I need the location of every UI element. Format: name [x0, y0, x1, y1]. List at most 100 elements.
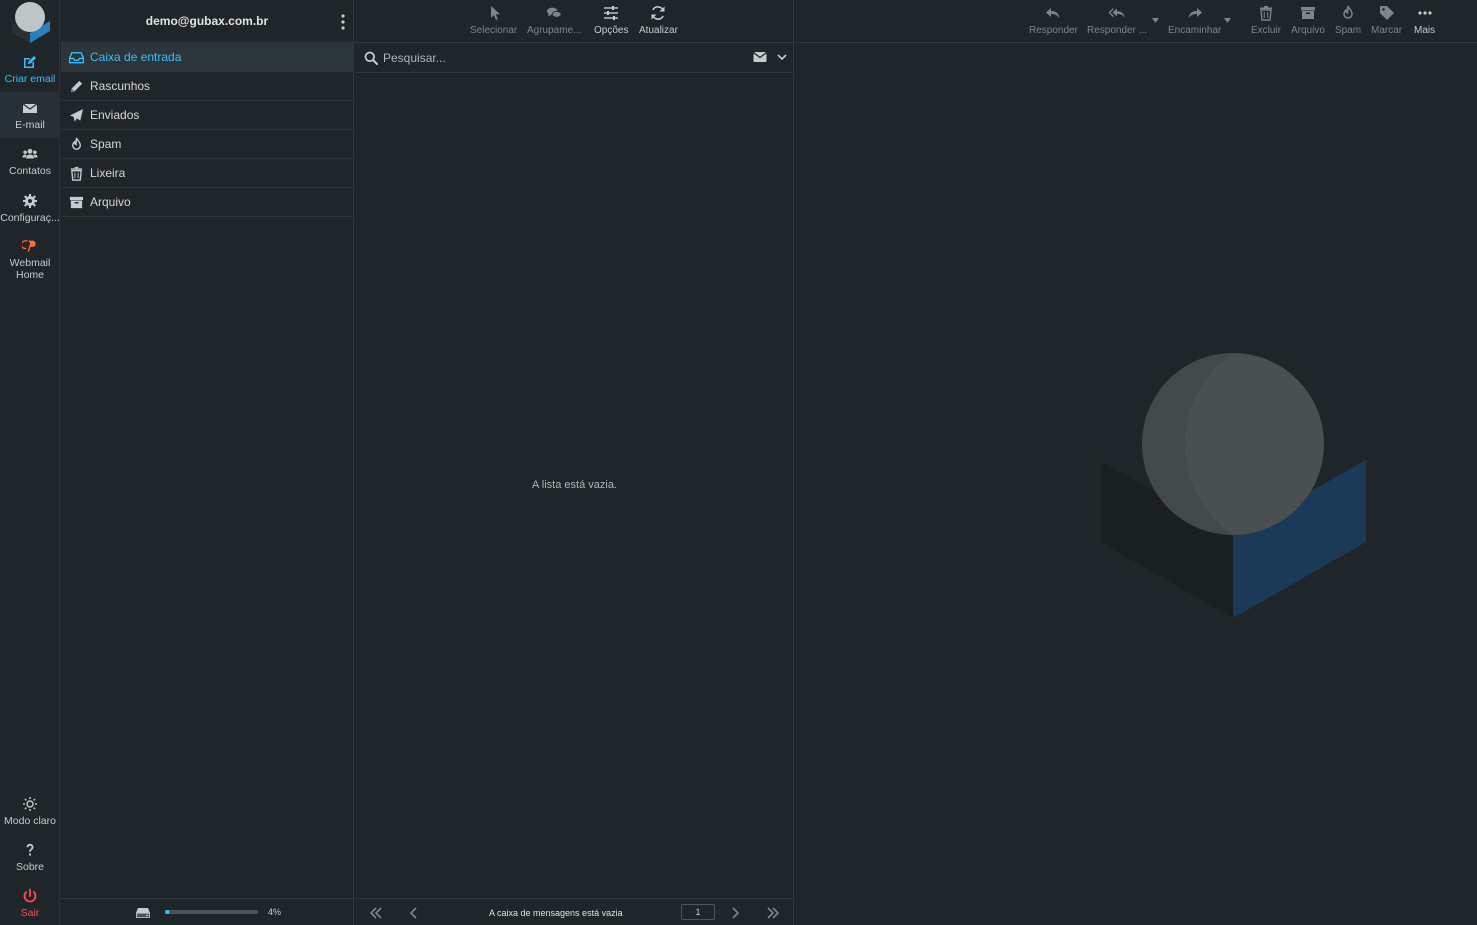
- options-label: Opções: [594, 25, 629, 36]
- logout-button[interactable]: Sair: [0, 880, 60, 925]
- hard-drive-icon: [136, 908, 150, 918]
- more-button[interactable]: Mais: [1414, 5, 1435, 39]
- threads-label: Agrupame...: [527, 25, 582, 36]
- select-label: Selecionar: [470, 25, 518, 36]
- refresh-label: Atualizar: [639, 25, 678, 36]
- delete-label: Excluir: [1251, 25, 1282, 36]
- envelope-icon: [22, 102, 38, 113]
- search-icon[interactable]: [364, 51, 378, 65]
- compose-icon: [24, 55, 36, 68]
- next-page-icon[interactable]: [728, 907, 742, 919]
- forward-label: Encaminhar: [1168, 25, 1222, 36]
- logout-label: Sair: [20, 906, 40, 919]
- question-icon: [26, 843, 34, 855]
- cpanel-icon: [22, 239, 36, 251]
- nav-settings-label: Configuraç...: [0, 211, 60, 224]
- comments-icon: [547, 7, 562, 18]
- folder-label: Caixa de entrada: [90, 50, 182, 64]
- nav-webmail-home[interactable]: Webmail Home: [0, 234, 60, 284]
- tag-icon: [1379, 6, 1394, 20]
- search-input[interactable]: [383, 49, 733, 67]
- nav-contacts[interactable]: Contatos: [0, 138, 60, 184]
- message-toolbar: Responder Responder ... Encaminhar Exclu…: [795, 0, 1477, 43]
- archive-icon: [1300, 7, 1315, 19]
- sliders-icon: [604, 6, 619, 20]
- previous-page-icon[interactable]: [407, 907, 421, 919]
- folder-label: Lixeira: [90, 166, 126, 180]
- chevron-down-icon[interactable]: [777, 53, 787, 61]
- fire-icon: [1343, 5, 1353, 19]
- folder-drafts[interactable]: Rascunhos: [61, 72, 353, 101]
- delete-button[interactable]: Excluir: [1251, 5, 1281, 39]
- reply-all-dropdown-icon[interactable]: [1152, 18, 1159, 23]
- sidebar-header: demo@gubax.com.br: [61, 0, 353, 43]
- folder-label: Rascunhos: [90, 79, 151, 93]
- account-email: demo@gubax.com.br: [145, 14, 269, 28]
- theme-toggle-label: Modo claro: [4, 814, 56, 827]
- theme-toggle[interactable]: Modo claro: [0, 788, 60, 834]
- nav-mail[interactable]: E-mail: [0, 92, 60, 138]
- inbox-icon: [69, 51, 84, 63]
- kebab-menu-icon[interactable]: [337, 12, 349, 32]
- folder-list: Caixa de entrada Rascunhos Enviados Spam: [61, 43, 353, 217]
- trash-icon: [1260, 6, 1272, 21]
- select-button[interactable]: Selecionar: [470, 5, 517, 39]
- mark-label: Marcar: [1371, 25, 1403, 36]
- list-toolbar: Selecionar Agrupame... Opções Atualizar: [355, 0, 793, 43]
- folder-label: Enviados: [90, 108, 140, 122]
- roundcube-logo[interactable]: [6, 1, 54, 43]
- reply-all-label: Responder ...: [1087, 25, 1148, 36]
- reply-all-icon: [1109, 8, 1125, 18]
- list-footer: A caixa de mensagens está vazia: [355, 898, 794, 925]
- reply-button[interactable]: Responder: [1029, 5, 1078, 39]
- roundcube-watermark: [1102, 353, 1366, 618]
- compose-label: Criar email: [4, 72, 56, 85]
- mailbox-status: A caixa de mensagens está vazia: [489, 908, 623, 918]
- paper-plane-icon: [69, 108, 84, 122]
- page-number-input[interactable]: [681, 904, 715, 920]
- sun-icon: [23, 796, 37, 811]
- empty-list-message: A lista está vazia.: [532, 479, 617, 491]
- threads-button[interactable]: Agrupame...: [527, 5, 581, 39]
- search-bar: [355, 43, 793, 73]
- refresh-button[interactable]: Atualizar: [639, 5, 678, 39]
- folder-label: Arquivo: [90, 195, 131, 209]
- app-navigation: Criar email E-mail Contatos Configuraç..…: [0, 0, 60, 925]
- nav-settings[interactable]: Configuraç...: [0, 185, 60, 231]
- message-preview-panel: Responder Responder ... Encaminhar Exclu…: [795, 0, 1477, 925]
- archive-button[interactable]: Arquivo: [1291, 5, 1325, 39]
- power-icon: [23, 888, 37, 902]
- envelope-filter-icon[interactable]: [753, 51, 767, 63]
- options-button[interactable]: Opções: [594, 5, 628, 39]
- pencil-icon: [70, 80, 83, 92]
- folder-spam[interactable]: Spam: [61, 130, 353, 159]
- gear-icon: [23, 193, 37, 208]
- archive-icon: [69, 196, 84, 208]
- folder-trash[interactable]: Lixeira: [61, 159, 353, 188]
- more-label: Mais: [1414, 25, 1436, 36]
- folder-inbox[interactable]: Caixa de entrada: [61, 43, 353, 72]
- trash-icon: [70, 166, 83, 181]
- folder-label: Spam: [90, 137, 122, 151]
- forward-button[interactable]: Encaminhar: [1168, 5, 1221, 39]
- reply-all-button[interactable]: Responder ...: [1087, 5, 1147, 39]
- about-button[interactable]: Sobre: [0, 834, 60, 880]
- forward-dropdown-icon[interactable]: [1224, 18, 1231, 23]
- folder-archive[interactable]: Arquivo: [61, 188, 353, 217]
- first-page-icon[interactable]: [369, 907, 383, 919]
- folder-sent[interactable]: Enviados: [61, 101, 353, 130]
- spam-button[interactable]: Spam: [1335, 5, 1361, 39]
- forward-icon: [1188, 8, 1202, 19]
- compose-button[interactable]: Criar email: [0, 46, 60, 92]
- nav-contacts-label: Contatos: [8, 164, 52, 177]
- ellipsis-icon: [1417, 11, 1432, 15]
- pointer-icon: [490, 6, 500, 20]
- users-icon: [22, 148, 38, 158]
- mark-button[interactable]: Marcar: [1371, 5, 1402, 39]
- last-page-icon[interactable]: [766, 907, 780, 919]
- archive-label: Arquivo: [1291, 25, 1325, 36]
- reply-icon: [1046, 8, 1060, 19]
- quota-fill: [165, 910, 169, 914]
- quota-display: 4%: [61, 898, 354, 925]
- nav-mail-label: E-mail: [15, 118, 45, 131]
